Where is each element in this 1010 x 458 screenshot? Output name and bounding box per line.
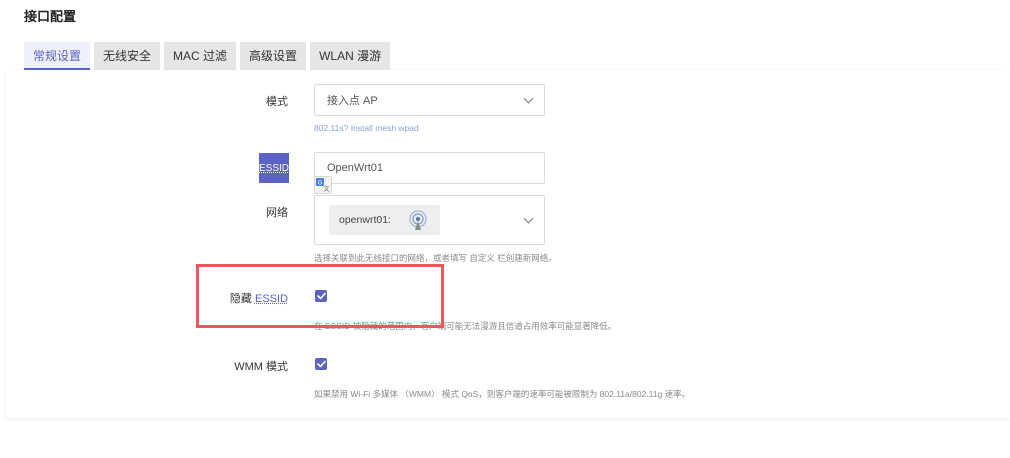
page-title: 接口配置 xyxy=(24,9,77,24)
svg-text:文: 文 xyxy=(323,185,329,193)
tab-bar: 常规设置 无线安全 MAC 过滤 高级设置 WLAN 漫游 xyxy=(24,42,391,70)
mode-label: 模式 xyxy=(266,96,288,108)
check-icon xyxy=(316,360,326,368)
tab-mac-filter[interactable]: MAC 过滤 xyxy=(164,42,237,70)
wmm-hint: 如果禁用 Wi-Fi 多媒体 （WMM） 模式 QoS，则客户端的速率可能被限制… xyxy=(314,389,691,399)
tab-advanced[interactable]: 高级设置 xyxy=(240,42,307,70)
network-label: 网络 xyxy=(266,207,288,219)
tab-wlan-roaming[interactable]: WLAN 漫游 xyxy=(310,42,391,70)
highlight-box xyxy=(196,264,444,328)
essid-label: ESSID xyxy=(259,153,289,183)
translate-icon[interactable]: G 文 xyxy=(314,176,332,194)
network-chip: openwrt01: xyxy=(329,205,440,235)
network-hint: 选择关联到此无线接口的网络，或者填写 自定义 栏创建新网络。 xyxy=(314,253,557,263)
essid-input[interactable]: OpenWrt01 xyxy=(314,152,545,184)
wmm-label: WMM 模式 xyxy=(234,361,288,373)
wmm-checkbox[interactable] xyxy=(315,358,327,370)
chevron-down-icon xyxy=(523,93,534,104)
svg-text:G: G xyxy=(318,180,323,187)
mode-select[interactable]: 接入点 AP xyxy=(314,84,545,116)
chevron-down-icon xyxy=(523,213,534,224)
tab-wireless-security[interactable]: 无线安全 xyxy=(94,42,161,70)
network-select[interactable]: openwrt01: xyxy=(314,195,545,245)
mode-hint: 802.11s? Install mesh wpad xyxy=(314,123,419,133)
mode-select-value: 接入点 AP xyxy=(327,95,378,107)
tab-general[interactable]: 常规设置 xyxy=(24,42,91,70)
network-chip-label: openwrt01: xyxy=(339,214,391,226)
wifi-antenna-icon xyxy=(407,209,429,234)
